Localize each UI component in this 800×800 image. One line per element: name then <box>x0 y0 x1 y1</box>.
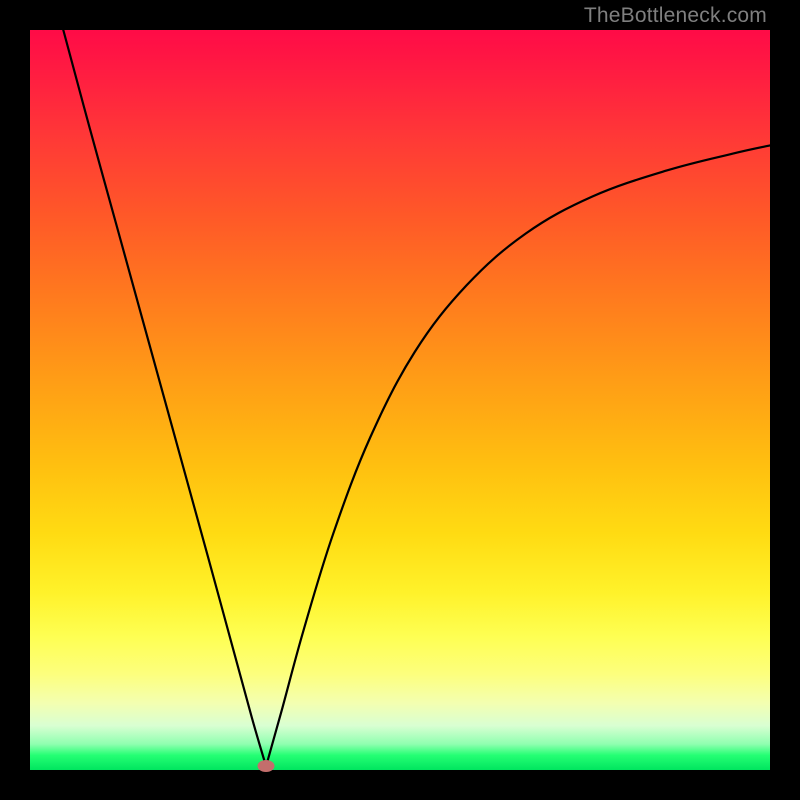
curve-right-branch <box>266 145 770 766</box>
chart-frame: TheBottleneck.com <box>0 0 800 800</box>
curve-left-branch <box>63 30 266 766</box>
plot-area <box>30 30 770 770</box>
curve-svg <box>30 30 770 770</box>
minimum-marker-dot <box>258 760 275 772</box>
attribution-watermark: TheBottleneck.com <box>584 4 767 28</box>
